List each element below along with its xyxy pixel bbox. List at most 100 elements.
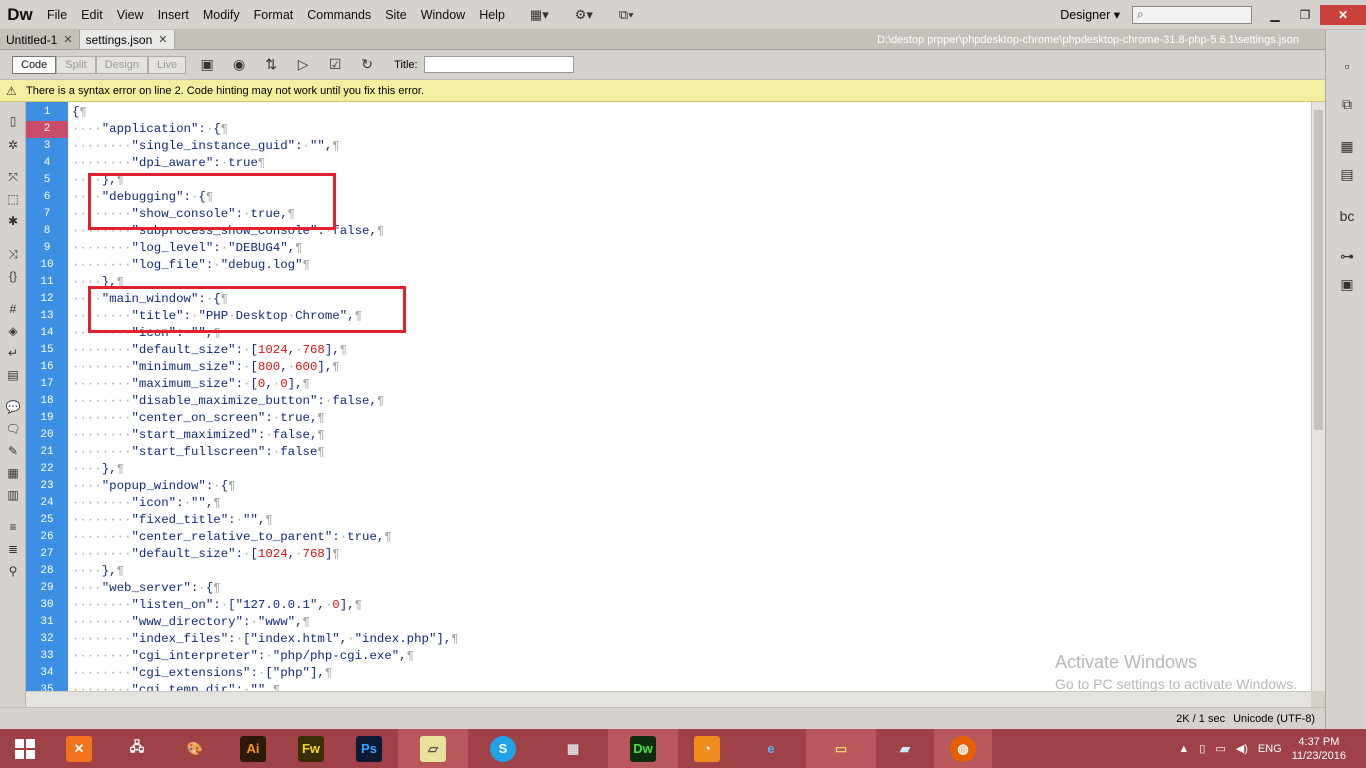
refresh-icon[interactable]: ↻ — [356, 56, 378, 73]
line-number[interactable]: 18 — [26, 393, 68, 410]
close-icon[interactable]: ✕ — [158, 33, 167, 46]
line-number[interactable]: 7 — [26, 206, 68, 223]
taskbar-firewall[interactable]: ▦ — [538, 729, 608, 768]
menu-format[interactable]: Format — [247, 0, 301, 30]
syntax-coloring-icon[interactable]: ▤ — [4, 368, 22, 384]
line-number[interactable]: 23 — [26, 478, 68, 495]
show-hidden-icons-icon[interactable]: ▲ — [1178, 743, 1189, 755]
code-line[interactable]: ········"cgi_interpreter":·"php/php-cgi.… — [72, 648, 414, 665]
taskbar-paint[interactable]: 🎨 — [166, 729, 224, 768]
ap-elements-icon[interactable]: ▤ — [1336, 166, 1358, 186]
line-number[interactable]: 11 — [26, 274, 68, 291]
files-panel-icon[interactable]: ⊶ — [1336, 248, 1358, 268]
code-line[interactable]: ········"listen_on":·["127.0.0.1",·0],¶ — [72, 597, 362, 614]
line-number[interactable]: 34 — [26, 665, 68, 682]
line-number[interactable]: 32 — [26, 631, 68, 648]
line-number[interactable]: 6 — [26, 189, 68, 206]
menu-insert[interactable]: Insert — [151, 0, 196, 30]
line-number[interactable]: 13 — [26, 308, 68, 325]
minimize-button[interactable]: ▁ — [1260, 5, 1290, 25]
clock[interactable]: 4:37 PM 11/23/2016 — [1292, 735, 1346, 763]
menu-edit[interactable]: Edit — [74, 0, 110, 30]
css-styles-icon[interactable]: ▦ — [1336, 138, 1358, 158]
line-number[interactable]: 10 — [26, 257, 68, 274]
code-line[interactable]: {¶ — [72, 104, 87, 121]
collapse-selection-icon[interactable]: ⬚ — [4, 192, 22, 208]
file-management-icon[interactable]: ⇅ — [260, 56, 282, 73]
taskbar-uc-browser[interactable]: ◔ — [678, 729, 736, 768]
line-number[interactable]: 31 — [26, 614, 68, 631]
select-parent-tag-icon[interactable]: ⤨ — [4, 247, 22, 263]
code-line[interactable]: ········"log_level":·"DEBUG4",¶ — [72, 240, 303, 257]
open-documents-icon[interactable]: ▯ — [4, 114, 22, 130]
taskbar-ie[interactable]: e — [736, 729, 806, 768]
line-number[interactable]: 19 — [26, 410, 68, 427]
line-number[interactable]: 1 — [26, 104, 68, 121]
line-number[interactable]: 33 — [26, 648, 68, 665]
taskbar-firefox[interactable]: ◍ — [934, 729, 992, 768]
line-number[interactable]: 14 — [26, 325, 68, 342]
menu-site[interactable]: Site — [378, 0, 414, 30]
outdent-code-icon[interactable]: ≣ — [4, 542, 22, 558]
code-line[interactable]: ····"application":·{¶ — [72, 121, 228, 138]
site-manager-icon[interactable]: ⧉▾ — [611, 7, 642, 23]
code-line[interactable]: ····},¶ — [72, 461, 124, 478]
code-line[interactable]: ········"minimum_size":·[800,·600],¶ — [72, 359, 340, 376]
taskbar-skype[interactable]: S — [468, 729, 538, 768]
menu-view[interactable]: View — [110, 0, 151, 30]
code-line[interactable]: ········"center_relative_to_parent":·tru… — [72, 529, 392, 546]
code-line[interactable]: ········"www_directory":·"www",¶ — [72, 614, 310, 631]
wrap-tag-icon[interactable]: ✎ — [4, 444, 22, 460]
business-catalyst-icon[interactable]: bc — [1336, 208, 1358, 228]
code-line[interactable]: ········"default_size":·[1024,·768]¶ — [72, 546, 340, 563]
indent-code-icon[interactable]: ≡ — [4, 520, 22, 536]
code-editor[interactable]: 1 2 3 4 5 6 7 8 9 10 11 12 13 14 15 16 17 18 19 20 21 22 23 24 2… — [26, 102, 1326, 691]
code-line[interactable]: ····"popup_window":·{¶ — [72, 478, 236, 495]
menu-commands[interactable]: Commands — [300, 0, 378, 30]
multiscreen-icon[interactable]: ▣ — [196, 56, 218, 73]
highlight-invalid-icon[interactable]: ◈ — [4, 324, 22, 340]
visual-aids-icon[interactable]: ☑ — [324, 56, 346, 73]
language-indicator[interactable]: ENG — [1258, 743, 1282, 755]
code-line[interactable]: ····},¶ — [72, 563, 124, 580]
encoding[interactable]: Unicode (UTF-8) — [1233, 713, 1315, 725]
power-icon[interactable]: ▭ — [1215, 742, 1225, 755]
code-view-button[interactable]: Code — [12, 55, 57, 74]
line-number[interactable]: 35 — [26, 682, 68, 691]
tab-untitled[interactable]: Untitled-1 ✕ — [0, 30, 80, 49]
code-line[interactable]: ········"single_instance_guid":·"",¶ — [72, 138, 340, 155]
line-number[interactable]: 20 — [26, 427, 68, 444]
inspect-icon[interactable]: ▷ — [292, 56, 314, 73]
collapse-full-tag-icon[interactable]: ⤧ — [4, 170, 22, 186]
code-line[interactable]: ········"fixed_title":·"",¶ — [72, 512, 273, 529]
line-number[interactable]: 8 — [26, 223, 68, 240]
split-view-button[interactable]: Split — [56, 55, 96, 74]
taskbar-explorer[interactable]: ▭ — [806, 729, 876, 768]
move-css-icon[interactable]: ▥ — [4, 488, 22, 504]
horizontal-scrollbar[interactable] — [26, 691, 1311, 707]
taskbar-dreamweaver[interactable]: Dw — [608, 729, 678, 768]
apply-comment-icon[interactable]: 💬 — [4, 400, 22, 416]
taskbar-notes[interactable]: ▰ — [876, 729, 934, 768]
menu-window[interactable]: Window — [414, 0, 472, 30]
start-button[interactable] — [0, 729, 50, 768]
assets-panel-icon[interactable]: ▣ — [1336, 276, 1358, 296]
restore-button[interactable]: ❐ — [1290, 5, 1320, 25]
recent-snippets-icon[interactable]: ▦ — [4, 466, 22, 482]
line-number[interactable]: 3 — [26, 138, 68, 155]
search-input[interactable]: ⌕ — [1132, 5, 1252, 24]
taskbar-fireworks[interactable]: Fw — [282, 729, 340, 768]
insert-panel-icon[interactable]: ⧉ — [1336, 96, 1358, 116]
code-line[interactable]: ········"dpi_aware":·true¶ — [72, 155, 265, 172]
line-number[interactable]: 29 — [26, 580, 68, 597]
live-view-button[interactable]: Live — [147, 55, 187, 74]
line-number[interactable]: 17 — [26, 376, 68, 393]
taskbar-photoshop[interactable]: Ps — [340, 729, 398, 768]
code-line[interactable]: ········"center_on_screen":·true,¶ — [72, 410, 325, 427]
preview-browser-icon[interactable]: ◉ — [228, 56, 250, 73]
gear-icon[interactable]: ⚙▾ — [567, 7, 601, 23]
code-line[interactable]: ········"default_size":·[1024,·768],¶ — [72, 342, 347, 359]
code-line[interactable]: ········"start_maximized":·false,¶ — [72, 427, 325, 444]
line-number[interactable]: 2 — [26, 121, 68, 138]
show-code-navigator-icon[interactable]: ✲ — [4, 138, 22, 154]
